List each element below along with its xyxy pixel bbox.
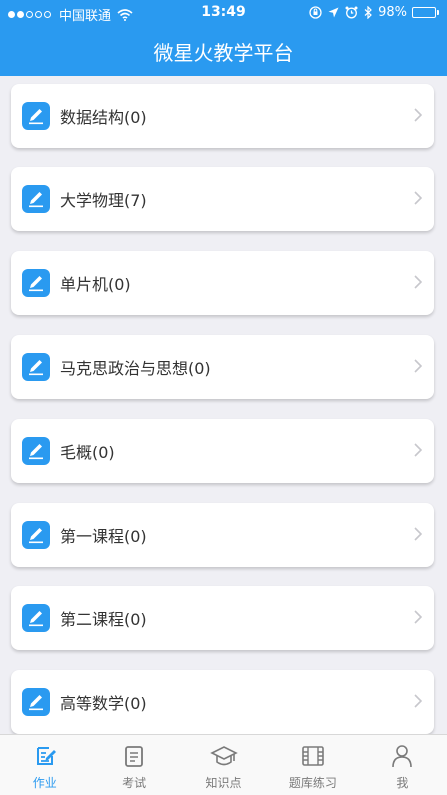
course-label: 单片机(0) [60, 275, 131, 294]
user-icon [392, 745, 413, 768]
chevron-right-icon [414, 359, 422, 373]
chevron-right-icon [414, 191, 422, 205]
chevron-right-icon [414, 443, 422, 457]
course-list[interactable]: 数据结构(0) 大学物理(7) 单片机(0) 马克思政治与思想(0) 毛概(0)… [0, 76, 447, 734]
screen: 中国联通 13:49 98% 微星火教学平台 数据结构(0) 大学物理(7) 单… [0, 0, 447, 795]
chevron-right-icon [414, 275, 422, 289]
course-item[interactable]: 毛概(0) [11, 419, 434, 483]
chevron-right-icon [414, 610, 422, 624]
edit-pen-icon [22, 353, 50, 381]
tab-homework[interactable]: 作业 [0, 735, 89, 795]
bluetooth-icon [364, 6, 372, 19]
course-label: 数据结构(0) [60, 108, 147, 127]
edit-pen-icon [22, 604, 50, 632]
course-label: 毛概(0) [60, 443, 115, 462]
course-item[interactable]: 马克思政治与思想(0) [11, 335, 434, 399]
tab-label: 我 [396, 776, 409, 790]
status-bar: 中国联通 13:49 98% [0, 0, 447, 26]
orientation-lock-icon [309, 6, 322, 19]
course-item[interactable]: 高等数学(0) [11, 670, 434, 734]
edit-pen-icon [22, 688, 50, 716]
chevron-right-icon [414, 694, 422, 708]
tab-question-bank[interactable]: 题库练习 [268, 735, 357, 795]
tab-bar: 作业 考试 知识点 题库练习 我 [0, 734, 447, 795]
location-arrow-icon [328, 7, 339, 18]
app-header: 中国联通 13:49 98% 微星火教学平台 [0, 0, 447, 76]
course-item[interactable]: 数据结构(0) [11, 84, 434, 148]
tab-me[interactable]: 我 [358, 735, 447, 795]
course-item[interactable]: 大学物理(7) [11, 167, 434, 231]
tab-exam[interactable]: 考试 [89, 735, 178, 795]
exam-icon [125, 746, 144, 767]
battery-percentage: 98% [378, 5, 407, 20]
tab-label: 知识点 [205, 776, 242, 790]
edit-pen-icon [22, 521, 50, 549]
edit-pen-icon [22, 437, 50, 465]
tab-label: 考试 [122, 776, 147, 790]
edit-pen-icon [22, 185, 50, 213]
homework-icon [36, 747, 56, 765]
course-label: 高等数学(0) [60, 694, 147, 713]
course-label: 第一课程(0) [60, 527, 147, 546]
edit-pen-icon [22, 269, 50, 297]
film-strip-icon [302, 746, 324, 766]
battery-icon [412, 7, 439, 18]
course-label: 第二课程(0) [60, 610, 147, 629]
chevron-right-icon [414, 108, 422, 122]
alarm-clock-icon [345, 6, 358, 19]
page-title: 微星火教学平台 [153, 41, 294, 65]
course-item[interactable]: 第二课程(0) [11, 586, 434, 650]
tab-knowledge[interactable]: 知识点 [179, 735, 268, 795]
course-label: 马克思政治与思想(0) [60, 359, 211, 378]
graduation-cap-icon [209, 746, 238, 766]
edit-pen-icon [22, 102, 50, 130]
tab-label: 题库练习 [288, 776, 337, 790]
course-label: 大学物理(7) [60, 191, 147, 210]
chevron-right-icon [414, 527, 422, 541]
tab-label: 作业 [32, 776, 57, 790]
course-item[interactable]: 第一课程(0) [11, 503, 434, 567]
status-right: 98% [303, 5, 439, 20]
course-item[interactable]: 单片机(0) [11, 251, 434, 315]
